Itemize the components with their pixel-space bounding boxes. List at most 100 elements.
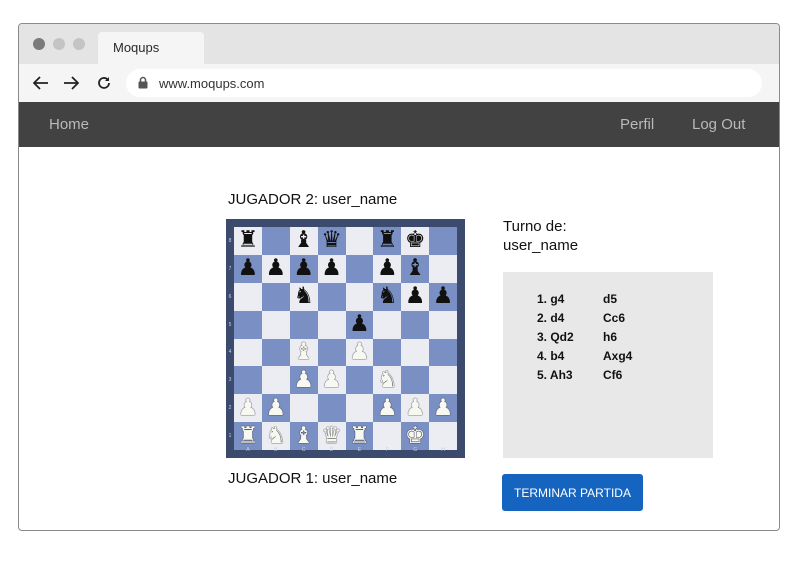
square-b6[interactable]	[261, 282, 290, 311]
square-f4[interactable]	[373, 338, 402, 367]
square-a4[interactable]	[234, 338, 262, 367]
square-c2[interactable]	[289, 394, 318, 423]
square-a1[interactable]: ♜	[234, 422, 262, 450]
black-pawn-icon[interactable]: ♟	[266, 257, 287, 280]
square-d2[interactable]	[317, 394, 346, 423]
square-f2[interactable]: ♟	[373, 394, 402, 423]
square-b8[interactable]	[261, 227, 290, 255]
square-g6[interactable]: ♟	[401, 282, 430, 311]
square-e3[interactable]	[345, 366, 374, 395]
nav-perfil-link[interactable]: Perfil	[620, 116, 654, 133]
nav-logout-link[interactable]: Log Out	[692, 116, 745, 133]
square-e7[interactable]	[345, 254, 374, 283]
black-rook-icon[interactable]: ♜	[377, 229, 398, 252]
white-pawn-icon[interactable]: ♟	[266, 396, 287, 420]
black-pawn-icon[interactable]: ♟	[433, 285, 454, 308]
browser-tab[interactable]: Moqups	[98, 32, 204, 64]
square-d5[interactable]	[317, 310, 346, 339]
square-a5[interactable]	[234, 310, 262, 339]
black-pawn-icon[interactable]: ♟	[321, 257, 342, 280]
square-g5[interactable]	[401, 310, 430, 339]
square-d6[interactable]	[317, 282, 346, 311]
square-g7[interactable]: ♝	[401, 254, 430, 283]
square-g8[interactable]: ♚	[401, 227, 430, 255]
square-c3[interactable]: ♟	[289, 366, 318, 395]
window-close-dot[interactable]	[33, 38, 45, 50]
square-h5[interactable]	[429, 310, 457, 339]
black-rook-icon[interactable]: ♜	[238, 229, 259, 252]
square-b7[interactable]: ♟	[261, 254, 290, 283]
white-bishop-icon[interactable]: ♝	[293, 340, 314, 364]
chess-board[interactable]: ♜ ♝ ♛ ♜ ♚ ♟ ♟ ♟ ♟ ♟ ♝ ♞ ♞ ♟ ♟ ♟ ♝ ♟ ♟ ♟ ♞ ♟ ♟ ♟ ♟ ♟ ♜ ♞ ♝ ♛ ♜ ♚	[234, 227, 457, 450]
white-bishop-icon[interactable]: ♝	[293, 424, 314, 448]
square-c8[interactable]: ♝	[289, 227, 318, 255]
square-h3[interactable]	[429, 366, 457, 395]
white-pawn-icon[interactable]: ♟	[349, 340, 370, 364]
white-pawn-icon[interactable]: ♟	[377, 396, 398, 420]
black-pawn-icon[interactable]: ♟	[293, 257, 314, 280]
square-a7[interactable]: ♟	[234, 254, 262, 283]
nav-home-link[interactable]: Home	[49, 116, 89, 133]
square-a6[interactable]	[234, 282, 262, 311]
white-rook-icon[interactable]: ♜	[238, 424, 259, 448]
square-e8[interactable]	[345, 227, 374, 255]
square-c5[interactable]	[289, 310, 318, 339]
square-g1[interactable]: ♚	[401, 422, 430, 450]
square-f7[interactable]: ♟	[373, 254, 402, 283]
square-h2[interactable]: ♟	[429, 394, 457, 423]
square-f6[interactable]: ♞	[373, 282, 402, 311]
square-a2[interactable]: ♟	[234, 394, 262, 423]
square-b2[interactable]: ♟	[261, 394, 290, 423]
square-e2[interactable]	[345, 394, 374, 423]
forward-arrow-icon[interactable]	[61, 73, 81, 93]
black-pawn-icon[interactable]: ♟	[349, 313, 370, 336]
black-knight-icon[interactable]: ♞	[293, 285, 314, 308]
square-d7[interactable]: ♟	[317, 254, 346, 283]
square-a8[interactable]: ♜	[234, 227, 262, 255]
square-f8[interactable]: ♜	[373, 227, 402, 255]
square-h1[interactable]	[429, 422, 457, 450]
square-h8[interactable]	[429, 227, 457, 255]
square-d3[interactable]: ♟	[317, 366, 346, 395]
black-knight-icon[interactable]: ♞	[377, 285, 398, 308]
back-arrow-icon[interactable]	[31, 73, 51, 93]
white-pawn-icon[interactable]: ♟	[238, 396, 259, 420]
square-b5[interactable]	[261, 310, 290, 339]
square-e4[interactable]: ♟	[345, 338, 374, 367]
white-knight-icon[interactable]: ♞	[266, 424, 287, 448]
square-c6[interactable]: ♞	[289, 282, 318, 311]
square-h4[interactable]	[429, 338, 457, 367]
square-e5[interactable]: ♟	[345, 310, 374, 339]
white-pawn-icon[interactable]: ♟	[433, 396, 454, 420]
square-d8[interactable]: ♛	[317, 227, 346, 255]
square-c4[interactable]: ♝	[289, 338, 318, 367]
black-pawn-icon[interactable]: ♟	[238, 257, 259, 280]
square-c7[interactable]: ♟	[289, 254, 318, 283]
white-queen-icon[interactable]: ♛	[321, 424, 342, 448]
square-c1[interactable]: ♝	[289, 422, 318, 450]
square-h6[interactable]: ♟	[429, 282, 457, 311]
square-e1[interactable]: ♜	[345, 422, 374, 450]
white-rook-icon[interactable]: ♜	[349, 424, 370, 448]
black-queen-icon[interactable]: ♛	[321, 229, 342, 252]
black-pawn-icon[interactable]: ♟	[377, 257, 398, 280]
white-pawn-icon[interactable]: ♟	[321, 368, 342, 392]
square-d1[interactable]: ♛	[317, 422, 346, 450]
square-f3[interactable]: ♞	[373, 366, 402, 395]
window-maximize-dot[interactable]	[73, 38, 85, 50]
square-f5[interactable]	[373, 310, 402, 339]
black-king-icon[interactable]: ♚	[405, 229, 426, 252]
square-a3[interactable]	[234, 366, 262, 395]
square-g4[interactable]	[401, 338, 430, 367]
square-h7[interactable]	[429, 254, 457, 283]
white-pawn-icon[interactable]: ♟	[405, 396, 426, 420]
url-field[interactable]: www.moqups.com	[126, 69, 762, 97]
end-game-button[interactable]: TERMINAR PARTIDA	[502, 474, 643, 511]
white-knight-icon[interactable]: ♞	[377, 368, 398, 392]
black-bishop-icon[interactable]: ♝	[405, 257, 426, 280]
black-pawn-icon[interactable]: ♟	[405, 285, 426, 308]
square-d4[interactable]	[317, 338, 346, 367]
white-king-icon[interactable]: ♚	[405, 424, 426, 448]
window-minimize-dot[interactable]	[53, 38, 65, 50]
square-g3[interactable]	[401, 366, 430, 395]
